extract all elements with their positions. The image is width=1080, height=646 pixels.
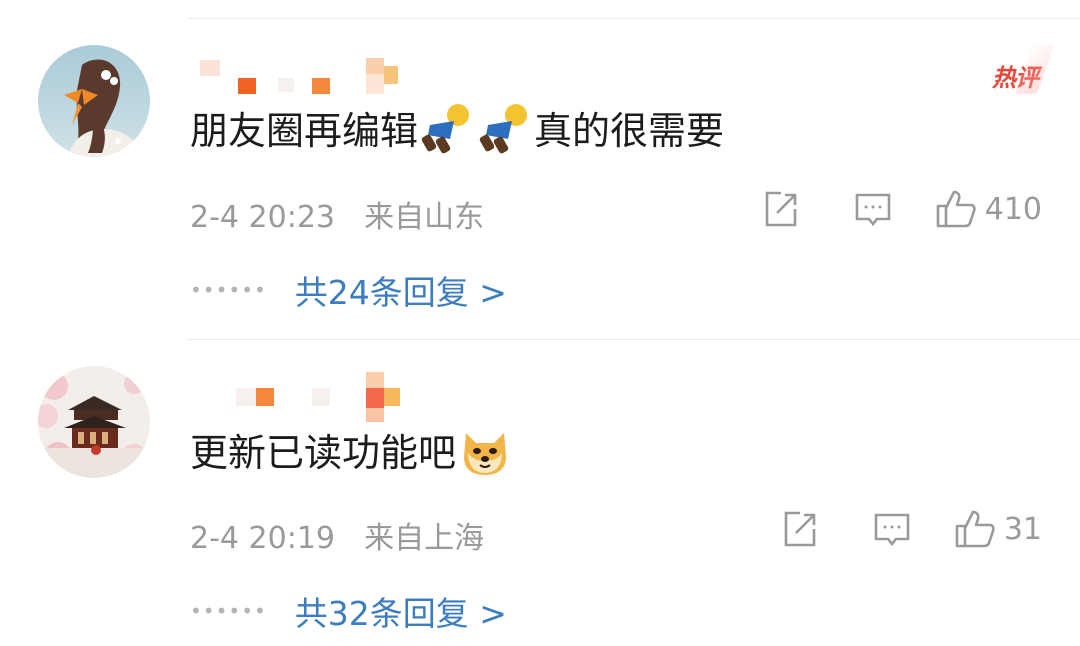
comment-text-part: 真的很需要: [534, 109, 725, 153]
avatar[interactable]: [38, 366, 150, 478]
timestamp: 2-4 20:19: [190, 521, 335, 556]
like-count: 410: [984, 191, 1042, 227]
view-replies-link[interactable]: 共32条回复 >: [295, 587, 507, 635]
comment-button[interactable]: [843, 189, 903, 229]
thumbs-up-icon: [935, 188, 977, 230]
share-icon: [780, 509, 820, 549]
avatar[interactable]: [38, 45, 150, 157]
like-button[interactable]: 31: [954, 508, 1042, 550]
location: 来自山东: [364, 200, 485, 235]
doge-emoji: [458, 423, 512, 477]
comment-text-part: 更新已读功能吧: [190, 431, 457, 475]
hot-comment-badge: 热评: [992, 58, 1039, 93]
comment-button[interactable]: [862, 509, 922, 549]
view-replies-link[interactable]: 共24条回复 >: [295, 266, 507, 314]
top-divider: [188, 18, 1080, 19]
comment-meta: 2-4 20:23 来自山东: [190, 192, 484, 236]
like-button[interactable]: 410: [935, 188, 1042, 230]
comment-divider: [188, 339, 1080, 340]
comment-icon: [872, 509, 912, 549]
comment-actions: 31: [770, 508, 1042, 550]
comment-icon: [853, 189, 893, 229]
comment-meta: 2-4 20:19 来自上海: [190, 513, 484, 557]
blue-figure-emoji: [478, 101, 532, 155]
thumbs-up-icon: [954, 508, 996, 550]
username-mosaic[interactable]: [200, 370, 420, 422]
share-button[interactable]: [751, 189, 811, 229]
username-mosaic[interactable]: [200, 56, 420, 96]
replies-row: •••••• 共32条回复 >: [190, 587, 507, 635]
ellipsis-icon: ••••••: [190, 599, 267, 623]
blue-figure-emoji: [420, 101, 474, 155]
comment-text: 更新已读功能吧: [190, 422, 514, 477]
timestamp: 2-4 20:23: [190, 200, 335, 235]
share-button[interactable]: [770, 509, 830, 549]
like-count: 31: [1003, 511, 1042, 547]
ellipsis-icon: ••••••: [190, 278, 267, 302]
comment-text-part: 朋友圈再编辑: [190, 109, 419, 153]
comment-actions: 410: [751, 188, 1042, 230]
comment-text: 朋友圈再编辑 真的很需要: [190, 100, 724, 155]
share-icon: [761, 189, 801, 229]
location: 来自上海: [364, 521, 485, 556]
replies-row: •••••• 共24条回复 >: [190, 266, 507, 314]
